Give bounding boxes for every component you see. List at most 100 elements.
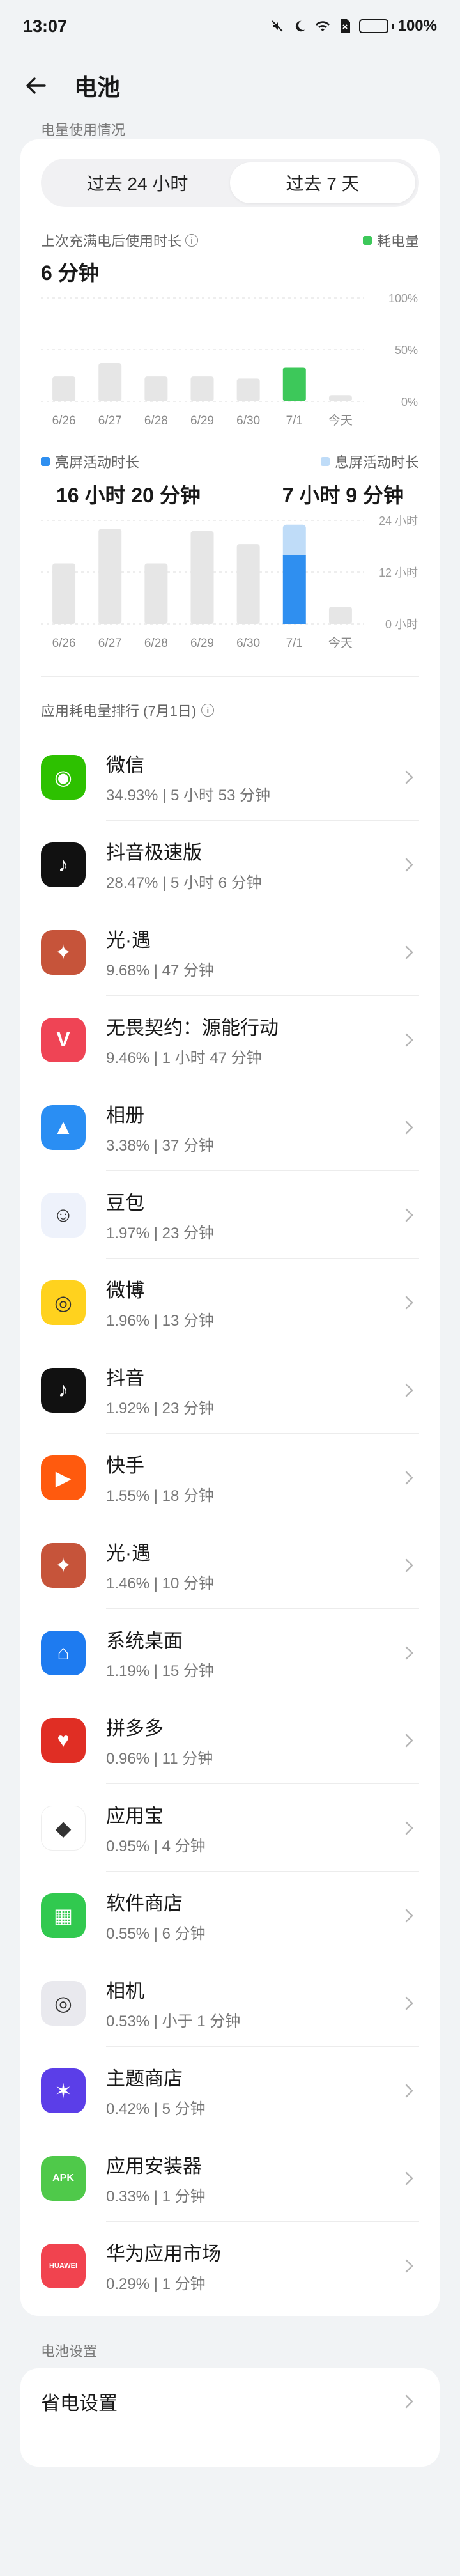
info-icon[interactable]: i (185, 234, 199, 247)
x-tick-label: 今天 (328, 414, 353, 428)
app-list-item[interactable]: APK 应用安装器 0.33% | 1 分钟 (41, 2134, 419, 2222)
x-tick-label: 7/1 (286, 637, 303, 650)
app-list: ◉ 微信 34.93% | 5 小时 53 分钟 ♪ 抖音极速版 28.47% | 5 小… (41, 733, 419, 2309)
app-list-item[interactable]: ✶ 主题商店 0.42% | 5 分钟 (41, 2047, 419, 2134)
app-list-item[interactable]: ◎ 相机 0.53% | 小于 1 分钟 (41, 1959, 419, 2047)
app-usage-meta: 3.38% | 37 分钟 (106, 1137, 214, 1154)
app-usage-meta: 0.53% | 小于 1 分钟 (106, 2013, 241, 2030)
app-list-item[interactable]: V 无畏契约：源能行动 9.46% | 1 小时 47 分钟 (41, 996, 419, 1083)
x-tick-label: 6/26 (52, 637, 76, 650)
app-list-item[interactable]: ▦ 软件商店 0.55% | 6 分钟 (41, 1872, 419, 1959)
chart-bar-screen-on (328, 607, 352, 624)
chevron-right-icon (405, 1646, 413, 1659)
tab-7-days[interactable]: 过去 7 天 (230, 162, 415, 203)
app-list-item[interactable]: ▲ 相册 3.38% | 37 分钟 (41, 1083, 419, 1171)
chart-bar (52, 376, 76, 401)
huawei-appgallery-icon: HUAWEI (41, 2243, 86, 2288)
wifi-icon (315, 21, 330, 31)
app-list-item[interactable]: ♪ 抖音 1.92% | 23 分钟 (41, 1346, 419, 1434)
x-tick-label: 6/29 (190, 637, 214, 650)
screen-off-value: 7 小时 9 分钟 (282, 484, 404, 507)
theme-store-icon: ✶ (41, 2068, 86, 2113)
x-tick-label: 6/30 (236, 637, 260, 650)
gallery-icon: ▲ (41, 1105, 86, 1150)
no-sim-icon (340, 19, 350, 33)
app-usage-meta: 1.96% | 13 分钟 (106, 1312, 214, 1330)
app-name: 主题商店 (106, 2068, 183, 2090)
app-name: 应用安装器 (106, 2156, 202, 2177)
chart-bar-screen-on (236, 544, 260, 624)
chart-bar-screen-on (52, 563, 76, 624)
app-list-item[interactable]: ▶ 快手 1.55% | 18 分钟 (41, 1434, 419, 1521)
x-tick-label: 今天 (328, 636, 353, 650)
app-usage-meta: 0.42% | 5 分钟 (106, 2100, 206, 2118)
x-tick-label: 6/30 (236, 414, 260, 428)
app-name: 相册 (106, 1105, 144, 1126)
douyin-lite-icon: ♪ (41, 842, 86, 887)
app-name: 无畏契约：源能行动 (106, 1018, 279, 1039)
app-usage-meta: 34.93% | 5 小时 53 分钟 (106, 787, 271, 804)
app-usage-meta: 0.33% | 1 分钟 (106, 2188, 206, 2205)
app-name: 抖音 (106, 1368, 144, 1389)
kuaishou-icon: ▶ (41, 1455, 86, 1500)
page-title: 电池 (74, 74, 121, 100)
y-tick-label: 50% (395, 344, 418, 357)
tab-24-hours[interactable]: 过去 24 小时 (45, 162, 230, 203)
valorant-icon: V (41, 1017, 86, 1062)
since-charge-value: 6 分钟 (41, 261, 99, 284)
app-usage-meta: 1.92% | 23 分钟 (106, 1400, 214, 1417)
app-usage-meta: 28.47% | 5 小时 6 分钟 (106, 874, 262, 892)
app-usage-meta: 9.68% | 47 分钟 (106, 962, 214, 979)
back-button[interactable] (19, 69, 52, 102)
chart-bar (282, 367, 306, 401)
battery-indicator: 100% (358, 17, 437, 35)
chevron-right-icon (405, 2394, 413, 2409)
period-tabs: 过去 24 小时 过去 7 天 (41, 159, 419, 207)
app-list-item[interactable]: ✦ 光·遇 1.46% | 10 分钟 (41, 1521, 419, 1609)
app-list-item[interactable]: HUAWEI 华为应用市场 0.29% | 1 分钟 (41, 2222, 419, 2309)
chart-bar (190, 376, 214, 401)
screen-time-chart: 24 小时 12 小时 0 小时 6/26 6/27 6/28 6/29 6/30 7/1 今天 (41, 515, 418, 650)
app-usage-meta: 9.46% | 1 小时 47 分钟 (106, 1050, 262, 1067)
sky-game-icon: ✦ (41, 929, 86, 975)
chevron-right-icon (405, 2259, 413, 2272)
x-tick-label: 6/28 (144, 637, 168, 650)
screen-on-value: 16 小时 20 分钟 (56, 484, 201, 507)
sky-game-icon-2: ✦ (41, 1542, 86, 1588)
doubao-icon: ☺ (41, 1192, 86, 1238)
app-list-item[interactable]: ♥ 拼多多 0.96% | 11 分钟 (41, 1696, 419, 1784)
home-icon: ⌂ (41, 1630, 86, 1675)
power-chart: 100% 50% 0% 6/26 6/27 6/28 6/29 6/30 7/1 今天 (41, 293, 418, 428)
chart-bar-screen-on (98, 529, 122, 624)
legend-dot (320, 457, 330, 466)
chevron-right-icon (405, 2171, 413, 2185)
chevron-right-icon (405, 1909, 413, 1922)
info-icon[interactable]: i (201, 704, 215, 717)
screen-off-legend: 息屏活动时长 (320, 451, 419, 472)
app-name: 豆包 (106, 1193, 144, 1214)
battery-icon (358, 19, 388, 33)
app-store-icon: ▦ (41, 1893, 86, 1938)
app-list-item[interactable]: ◎ 微博 1.96% | 13 分钟 (41, 1259, 419, 1346)
chart-bar-screen-off (282, 524, 306, 559)
app-list-item[interactable]: ☺ 豆包 1.97% | 23 分钟 (41, 1171, 419, 1259)
app-list-item[interactable]: ♪ 抖音极速版 28.47% | 5 小时 6 分钟 (41, 821, 419, 908)
app-list-item[interactable]: ◆ 应用宝 0.95% | 4 分钟 (41, 1784, 419, 1872)
chevron-right-icon (405, 945, 413, 959)
app-name: 应用宝 (106, 1806, 164, 1827)
chevron-right-icon (405, 1996, 413, 2010)
chevron-right-icon (405, 1471, 413, 1484)
chevron-right-icon (405, 1383, 413, 1397)
app-list-item[interactable]: ✦ 光·遇 9.68% | 47 分钟 (41, 908, 419, 996)
app-name: 微博 (106, 1280, 144, 1301)
app-usage-meta: 1.19% | 15 分钟 (106, 1663, 214, 1680)
battery-percent: 100% (397, 17, 437, 35)
app-name: 相机 (106, 1981, 144, 2002)
power-saving-settings-item[interactable]: 省电设置 (41, 2368, 419, 2435)
pinduoduo-icon: ♥ (41, 1718, 86, 1763)
chart-bar-screen-on (282, 555, 306, 624)
app-list-item[interactable]: ◉ 微信 34.93% | 5 小时 53 分钟 (41, 733, 419, 821)
app-list-item[interactable]: ⌂ 系统桌面 1.19% | 15 分钟 (41, 1609, 419, 1696)
chart-bar-screen-on (190, 531, 214, 624)
title-bar: 电池 (0, 52, 460, 119)
